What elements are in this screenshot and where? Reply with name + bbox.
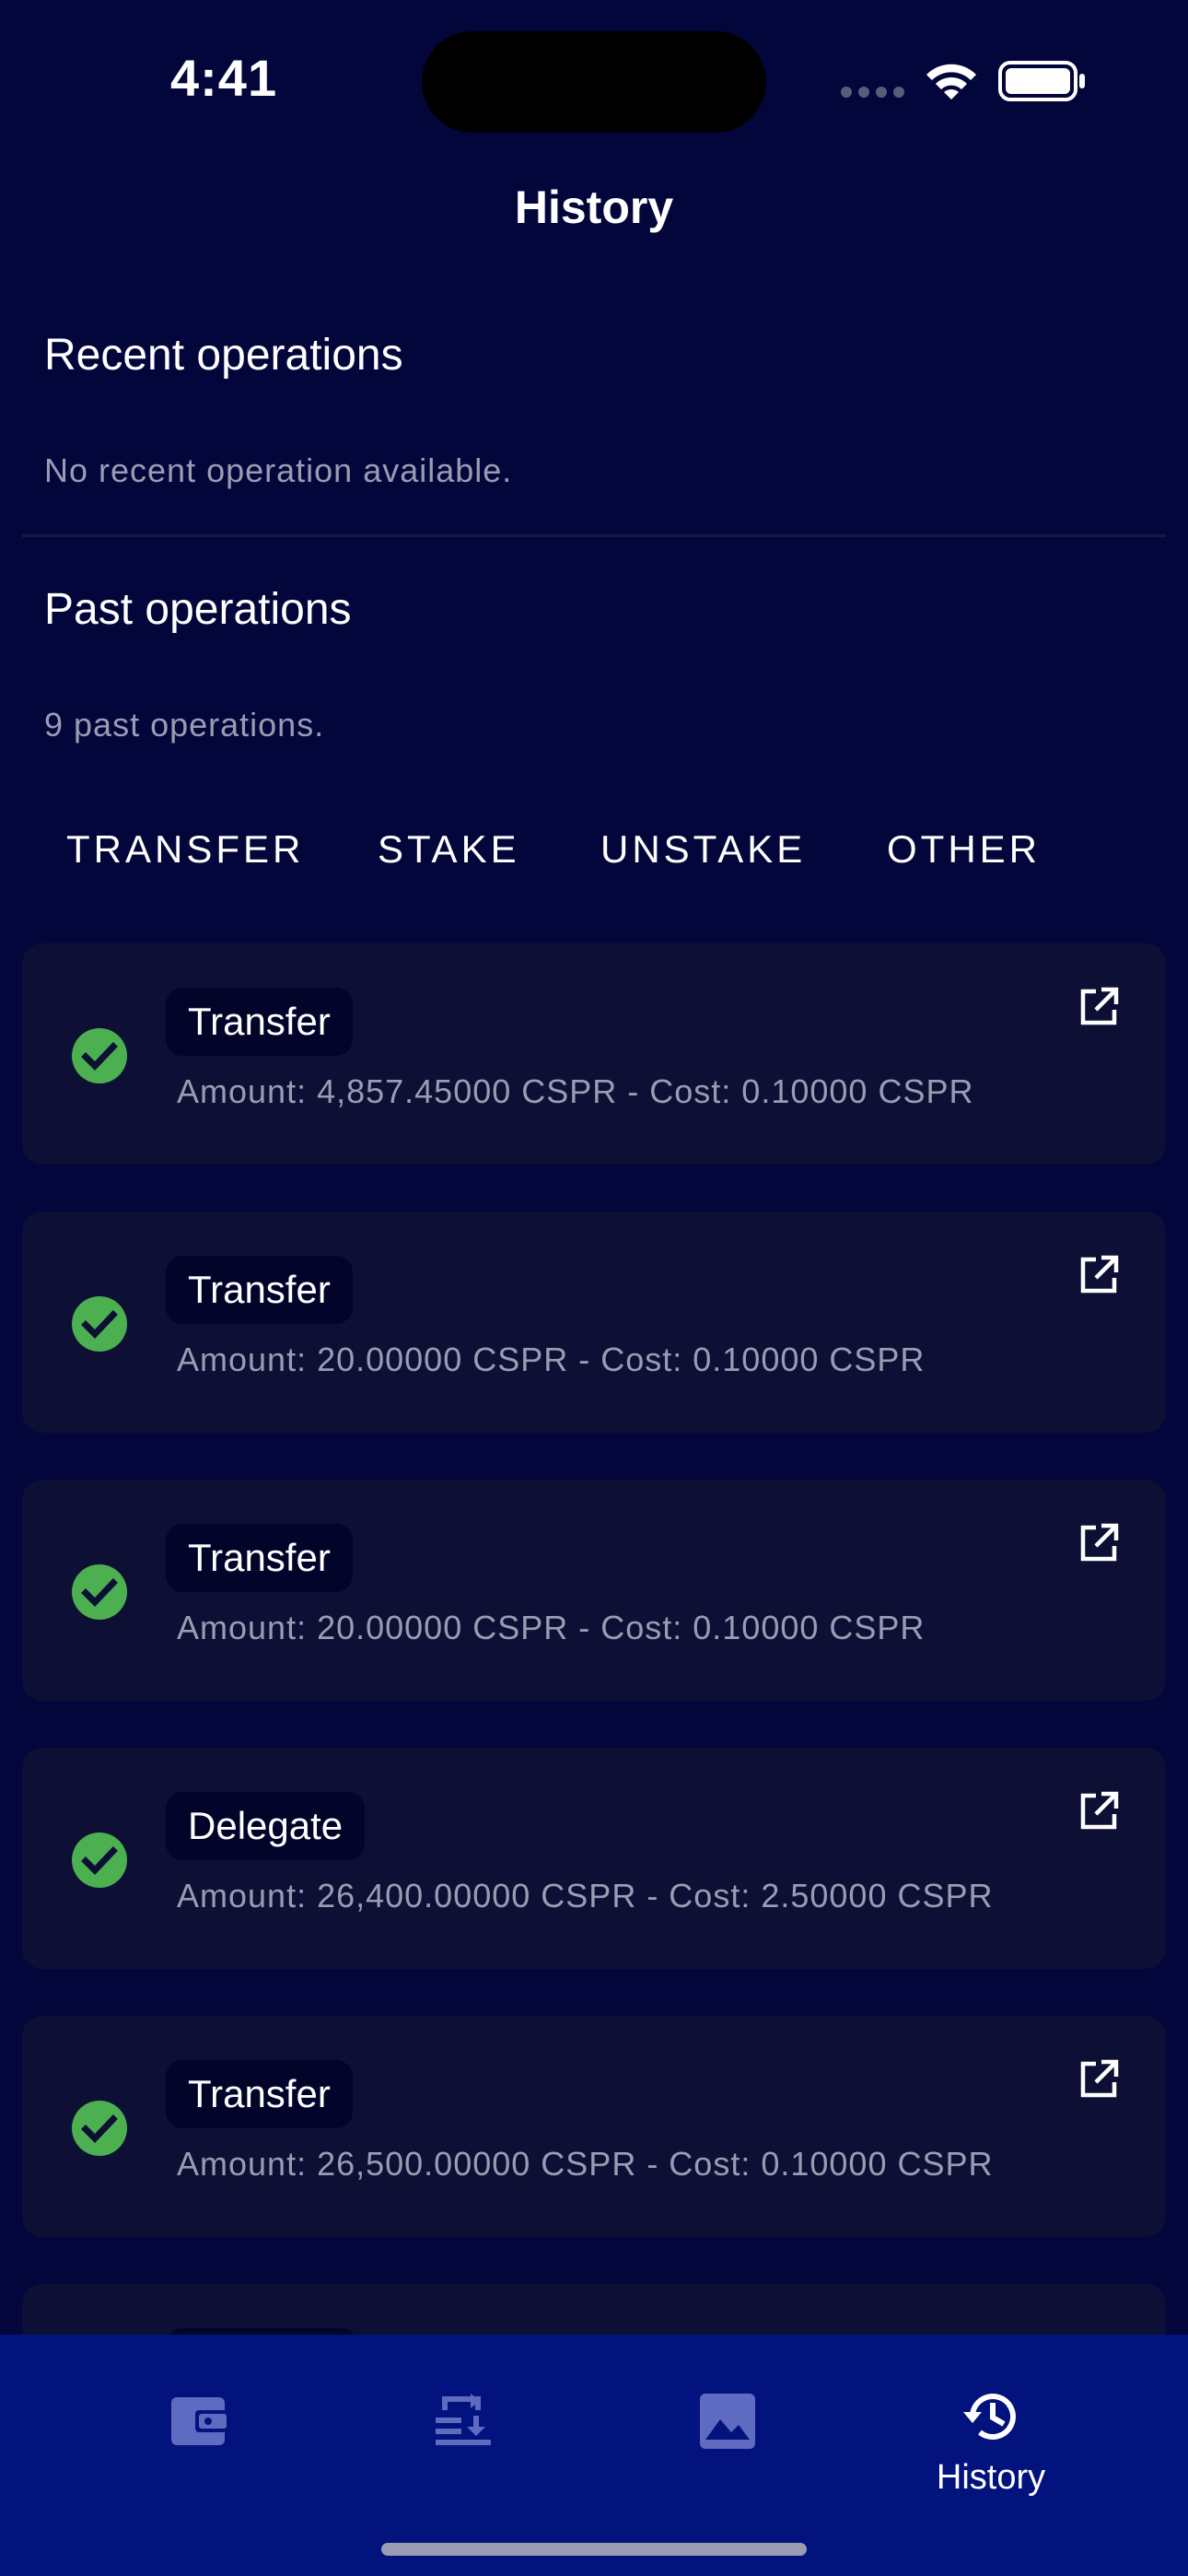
nav-label-history: History bbox=[936, 2458, 1046, 2497]
operation-filter-tabs: TRANSFER STAKE UNSTAKE OTHER bbox=[44, 820, 1144, 875]
page-title: History bbox=[514, 181, 674, 233]
external-link-icon[interactable] bbox=[1077, 2058, 1120, 2101]
operation-details: Amount: 4,857.45000 CSPR - Cost: 0.10000… bbox=[177, 1072, 974, 1110]
operation-card[interactable]: Transfer Amount: 20.00000 CSPR - Cost: 0… bbox=[22, 1480, 1166, 1701]
dynamic-island bbox=[422, 31, 766, 133]
filter-tab-unstake[interactable]: UNSTAKE bbox=[578, 820, 828, 879]
recent-operations-title: Recent operations bbox=[44, 331, 403, 380]
operation-card[interactable]: Delegate Amount: 26,400.00000 CSPR - Cos… bbox=[22, 1748, 1166, 1969]
external-link-icon[interactable] bbox=[1077, 1790, 1120, 1832]
operation-details: Amount: 26,400.00000 CSPR - Cost: 2.5000… bbox=[177, 1877, 994, 1914]
success-check-icon bbox=[72, 1564, 127, 1620]
status-bar: 4:41 bbox=[0, 0, 1188, 138]
bottom-navigation: History bbox=[0, 2335, 1188, 2576]
external-link-icon[interactable] bbox=[1077, 986, 1120, 1028]
success-check-icon bbox=[72, 2101, 127, 2156]
nav-item-wallet[interactable] bbox=[107, 2362, 291, 2500]
operation-details: Amount: 26,500.00000 CSPR - Cost: 0.1000… bbox=[177, 2145, 994, 2183]
success-check-icon bbox=[72, 1296, 127, 1352]
filter-tab-stake[interactable]: STAKE bbox=[355, 820, 542, 879]
operation-type-badge: Transfer bbox=[166, 2060, 353, 2128]
cellular-signal-icon bbox=[841, 87, 905, 98]
operation-card[interactable]: Transfer Amount: 20.00000 CSPR - Cost: 0… bbox=[22, 1212, 1166, 1433]
external-link-icon[interactable] bbox=[1077, 1522, 1120, 1564]
filter-tab-transfer[interactable]: TRANSFER bbox=[44, 820, 326, 879]
external-link-icon[interactable] bbox=[1077, 1254, 1120, 1296]
filter-tab-other[interactable]: OTHER bbox=[865, 820, 1063, 879]
past-operations-count: 9 past operations. bbox=[44, 706, 325, 744]
wifi-icon bbox=[926, 64, 976, 100]
past-operations-title: Past operations bbox=[44, 585, 352, 634]
operation-card[interactable]: Transfer Amount: 26,500.00000 CSPR - Cos… bbox=[22, 2016, 1166, 2237]
operation-type-badge: Transfer bbox=[166, 988, 353, 1056]
transactions-icon bbox=[436, 2394, 491, 2445]
home-indicator bbox=[381, 2543, 807, 2556]
nav-item-transactions[interactable] bbox=[371, 2362, 555, 2500]
status-time: 4:41 bbox=[170, 49, 278, 107]
success-check-icon bbox=[72, 1832, 127, 1888]
nav-item-history[interactable]: History bbox=[899, 2362, 1083, 2500]
success-check-icon bbox=[72, 1028, 127, 1083]
operation-type-badge: Transfer bbox=[166, 1256, 353, 1324]
operation-details: Amount: 20.00000 CSPR - Cost: 0.10000 CS… bbox=[177, 1609, 926, 1646]
image-icon bbox=[700, 2394, 755, 2449]
recent-operations-empty-message: No recent operation available. bbox=[44, 451, 513, 489]
operation-card[interactable]: Transfer Amount: 4,857.45000 CSPR - Cost… bbox=[22, 943, 1166, 1165]
battery-icon bbox=[998, 61, 1085, 101]
operation-type-badge: Transfer bbox=[166, 1524, 353, 1592]
section-divider bbox=[22, 534, 1166, 537]
operation-details: Amount: 20.00000 CSPR - Cost: 0.10000 CS… bbox=[177, 1341, 926, 1378]
operation-type-badge: Delegate bbox=[166, 1792, 366, 1860]
wallet-icon bbox=[171, 2397, 227, 2445]
history-icon bbox=[963, 2394, 1016, 2440]
nav-item-gallery[interactable] bbox=[635, 2362, 820, 2500]
